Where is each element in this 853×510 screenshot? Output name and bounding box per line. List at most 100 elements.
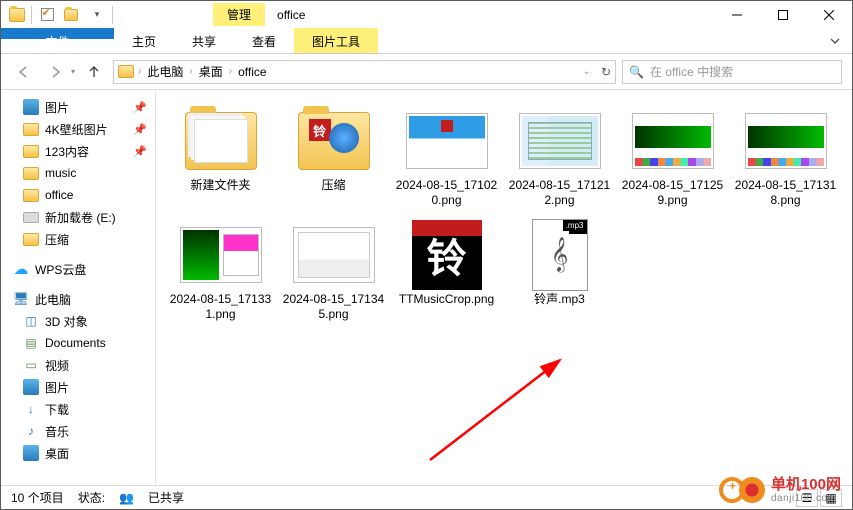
videos-icon: ▭: [23, 357, 39, 373]
pin-icon: 📌: [133, 145, 147, 158]
sidebar-item[interactable]: music: [1, 162, 155, 184]
ribbon-expand-chevron-icon[interactable]: [818, 28, 852, 53]
sidebar-item[interactable]: ▭ 视频: [1, 354, 155, 376]
sidebar-item[interactable]: ♪音乐: [1, 420, 155, 442]
sidebar-item[interactable]: 4K壁纸图片 📌: [1, 118, 155, 140]
window-title: office: [277, 8, 305, 22]
file-item[interactable]: .mp3𝄞铃声.mp3: [503, 222, 616, 322]
sidebar-item-label: 图片: [45, 379, 69, 396]
qat-newfolder-icon[interactable]: [62, 6, 80, 24]
nav-up-button[interactable]: [81, 59, 107, 85]
sidebar-item[interactable]: 图片: [1, 376, 155, 398]
app-folder-icon: [9, 8, 25, 22]
sidebar-item[interactable]: 压缩: [1, 228, 155, 250]
sidebar-item[interactable]: 桌面: [1, 442, 155, 464]
breadcrumb-sep-icon: ›: [189, 66, 192, 77]
sidebar-item[interactable]: ↓ 下载: [1, 398, 155, 420]
search-placeholder: 在 office 中搜索: [650, 63, 733, 80]
picture-icon: [23, 379, 39, 395]
nav-history-chevron-icon[interactable]: ▾: [71, 67, 75, 76]
sidebar-item-label: 桌面: [45, 445, 69, 462]
sidebar-item-label: Documents: [45, 336, 106, 350]
pin-icon: 📌: [133, 101, 147, 114]
file-item[interactable]: 2024-08-15_171259.png: [616, 108, 729, 208]
file-item[interactable]: 2024-08-15_171318.png: [729, 108, 842, 208]
file-item[interactable]: 铃TTMusicCrop.png: [390, 222, 503, 322]
watermark: 单机100网 danji100.com: [719, 477, 841, 505]
file-item[interactable]: 铃压缩: [277, 108, 390, 208]
shared-icon: 👥: [119, 491, 134, 505]
file-name: TTMusicCrop.png: [399, 292, 494, 307]
pin-icon: 📌: [133, 123, 147, 136]
search-icon: 🔍: [629, 65, 644, 79]
tab-picture-tools[interactable]: 图片工具: [294, 28, 378, 53]
documents-icon: ▤: [23, 335, 39, 351]
breadcrumb-sep-icon: ›: [229, 66, 232, 77]
contextual-tab-manage[interactable]: 管理: [213, 3, 265, 26]
file-item[interactable]: 2024-08-15_171331.png: [164, 222, 277, 322]
titlebar: ▾ 管理 office: [1, 1, 852, 28]
sidebar-item-label: 视频: [45, 357, 69, 374]
address-dropdown-chevron-icon[interactable]: ⌄: [583, 66, 591, 77]
tab-view[interactable]: 查看: [234, 28, 294, 53]
sidebar-item-label: 压缩: [45, 231, 69, 248]
shared-status: 已共享: [148, 489, 184, 506]
folder-icon: [23, 231, 39, 247]
sidebar-item-label: 3D 对象: [45, 313, 88, 330]
cloud-icon: ☁: [13, 261, 29, 277]
breadcrumb-item[interactable]: 桌面: [197, 63, 225, 80]
minimize-button[interactable]: [714, 1, 760, 28]
sidebar-item[interactable]: 图片 📌: [1, 96, 155, 118]
address-folder-icon: [118, 65, 134, 78]
nav-back-button[interactable]: [11, 59, 37, 85]
sidebar-wps-cloud[interactable]: ☁ WPS云盘: [1, 258, 155, 280]
folder-icon: [23, 143, 39, 159]
refresh-icon[interactable]: ↻: [601, 65, 611, 79]
tab-home[interactable]: 主页: [114, 28, 174, 53]
separator: [31, 6, 32, 24]
tab-share[interactable]: 共享: [174, 28, 234, 53]
folder-icon: [23, 165, 39, 181]
sidebar-item[interactable]: ▤ Documents: [1, 332, 155, 354]
file-name: 2024-08-15_171259.png: [620, 178, 725, 208]
navbar: ▾ › 此电脑 › 桌面 › office ⌄ ↻ 🔍 在 office 中搜索: [1, 54, 852, 90]
file-item[interactable]: 2024-08-15_171212.png: [503, 108, 616, 208]
file-item[interactable]: 2024-08-15_171345.png: [277, 222, 390, 322]
sidebar-item-label: office: [45, 188, 73, 202]
file-name: 压缩: [321, 178, 345, 193]
file-item[interactable]: 新建文件夹: [164, 108, 277, 208]
address-bar[interactable]: › 此电脑 › 桌面 › office ⌄ ↻: [113, 60, 616, 84]
sidebar-this-pc[interactable]: 🖥 此电脑: [1, 288, 155, 310]
file-name: 2024-08-15_171345.png: [281, 292, 386, 322]
watermark-logo-icon: [719, 477, 765, 503]
maximize-button[interactable]: [760, 1, 806, 28]
downloads-icon: ↓: [23, 401, 39, 417]
picture-icon: [23, 445, 39, 461]
file-name: 2024-08-15_171020.png: [394, 178, 499, 208]
sidebar-item[interactable]: office: [1, 184, 155, 206]
sidebar-item-label: 123内容: [45, 143, 89, 160]
folder-icon: [23, 187, 39, 203]
folder-icon: [23, 121, 39, 137]
nav-forward-button[interactable]: [43, 59, 69, 85]
close-button[interactable]: [806, 1, 852, 28]
sidebar-item[interactable]: 123内容 📌: [1, 140, 155, 162]
breadcrumb-sep-icon: ›: [138, 66, 141, 77]
sidebar-item-label: 新加载卷 (E:): [45, 209, 116, 226]
sidebar-item-label: WPS云盘: [35, 261, 86, 278]
file-item[interactable]: 2024-08-15_171020.png: [390, 108, 503, 208]
watermark-url: danji100.com: [771, 493, 841, 504]
sidebar-item-label: 4K壁纸图片: [45, 121, 108, 138]
file-name: 2024-08-15_171318.png: [733, 178, 838, 208]
breadcrumb-item[interactable]: office: [236, 65, 268, 79]
sidebar-item[interactable]: ◫3D 对象: [1, 310, 155, 332]
sidebar-item-label: 下载: [45, 401, 69, 418]
sidebar-item-label: 图片: [45, 99, 69, 116]
sidebar-item[interactable]: 新加载卷 (E:): [1, 206, 155, 228]
qat-customize-chevron-icon[interactable]: ▾: [88, 6, 106, 24]
nav-tree[interactable]: 图片 📌 4K壁纸图片 📌 123内容 📌 music office 新加载卷 (E:) 压缩 ☁…: [1, 90, 156, 485]
qat-properties-icon[interactable]: [38, 6, 56, 24]
search-input[interactable]: 🔍 在 office 中搜索: [622, 60, 842, 84]
tab-file[interactable]: 文件: [1, 28, 114, 39]
breadcrumb-item[interactable]: 此电脑: [145, 63, 185, 80]
